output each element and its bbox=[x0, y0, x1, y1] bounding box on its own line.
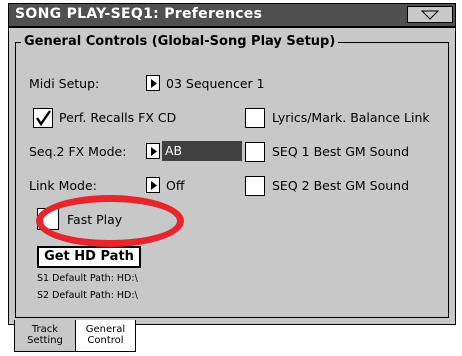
midi-setup-value[interactable]: 03 Sequencer 1 bbox=[166, 76, 265, 91]
window-title: SONG PLAY-SEQ1: Preferences bbox=[15, 6, 263, 22]
tab-general-control-line1: General bbox=[85, 324, 126, 335]
s2-default-path: S2 Default Path: HD:\ bbox=[37, 290, 138, 301]
get-hd-path-button[interactable]: Get HD Path bbox=[37, 246, 141, 268]
link-mode-selector[interactable] bbox=[146, 177, 160, 193]
seq2-fx-selector[interactable] bbox=[146, 143, 160, 159]
page-menu-button[interactable] bbox=[407, 6, 453, 23]
group-title: General Controls (Global-Song Play Setup… bbox=[21, 34, 339, 49]
menu-triangle-icon bbox=[421, 10, 439, 20]
lyrics-balance-label: Lyrics/Mark. Balance Link bbox=[272, 110, 430, 125]
link-mode-value[interactable]: Off bbox=[166, 178, 184, 193]
main-panel: General Controls (Global-Song Play Setup… bbox=[8, 27, 456, 325]
perf-recalls-label: Perf. Recalls FX CD bbox=[59, 110, 177, 125]
s1-default-path: S1 Default Path: HD:\ bbox=[37, 273, 138, 284]
tab-track-setting[interactable]: Track Setting bbox=[14, 320, 76, 352]
highlight-circle bbox=[36, 195, 184, 247]
tab-track-setting-line1: Track bbox=[31, 324, 59, 335]
play-arrow-icon bbox=[151, 79, 157, 88]
tab-track-setting-line2: Setting bbox=[27, 335, 63, 346]
lyrics-balance-checkbox[interactable] bbox=[245, 108, 265, 128]
midi-setup-selector[interactable] bbox=[146, 75, 160, 91]
seq2-fx-label: Seq.2 FX Mode: bbox=[29, 144, 127, 159]
checkmark-icon bbox=[36, 110, 51, 127]
tab-general-control-line2: Control bbox=[87, 335, 124, 346]
perf-recalls-checkbox[interactable] bbox=[33, 108, 53, 128]
midi-setup-label: Midi Setup: bbox=[29, 76, 100, 91]
seq2-gm-label: SEQ 2 Best GM Sound bbox=[272, 178, 410, 193]
play-arrow-icon bbox=[151, 147, 157, 156]
title-bar: SONG PLAY-SEQ1: Preferences bbox=[8, 3, 456, 27]
link-mode-label: Link Mode: bbox=[29, 178, 97, 193]
seq2-fx-value[interactable]: AB bbox=[162, 141, 242, 161]
seq1-gm-label: SEQ 1 Best GM Sound bbox=[272, 144, 410, 159]
seq2-gm-checkbox[interactable] bbox=[245, 176, 265, 196]
preferences-window: SONG PLAY-SEQ1: Preferences General Cont… bbox=[8, 3, 456, 352]
play-arrow-icon bbox=[151, 181, 157, 190]
seq1-gm-checkbox[interactable] bbox=[245, 142, 265, 162]
tab-general-control[interactable]: General Control bbox=[76, 320, 136, 352]
